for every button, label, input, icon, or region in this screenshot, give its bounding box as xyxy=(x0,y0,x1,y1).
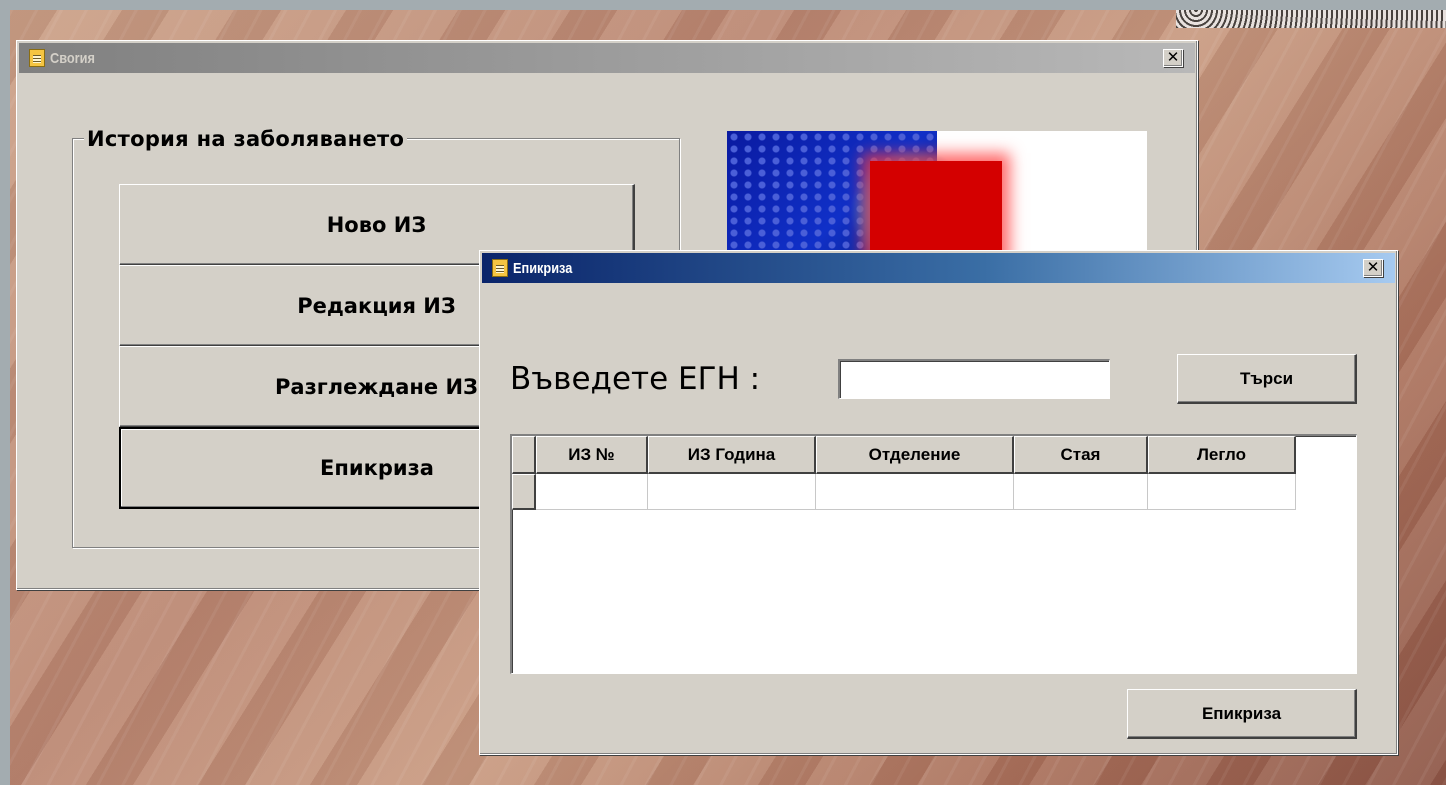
logo-red-square xyxy=(870,161,1002,251)
column-header-bed[interactable]: Легло xyxy=(1148,436,1296,474)
corner-ornament xyxy=(1176,10,1446,28)
table-cell[interactable] xyxy=(536,474,648,510)
main-window-titlebar[interactable]: Своrия ✕ xyxy=(19,43,1195,73)
main-window-title: Своrия xyxy=(50,49,95,67)
row-selector[interactable] xyxy=(512,474,536,510)
column-header-room[interactable]: Стая xyxy=(1014,436,1148,474)
dialog-titlebar[interactable]: Епикриза ✕ xyxy=(482,253,1395,283)
table-cell[interactable] xyxy=(648,474,816,510)
screen-left-border xyxy=(0,0,10,785)
dialog-close-button[interactable]: ✕ xyxy=(1363,259,1383,277)
table-cell[interactable] xyxy=(816,474,1014,510)
screen-top-border xyxy=(0,0,1446,10)
grid-corner-cell xyxy=(512,436,536,474)
egn-input[interactable] xyxy=(838,359,1110,399)
disease-history-group-label: История на заболяването xyxy=(84,127,408,151)
results-grid[interactable]: ИЗ № ИЗ Година Отделение Стая Легло xyxy=(510,434,1357,674)
main-window-close-button[interactable]: ✕ xyxy=(1163,49,1183,67)
column-header-history-year[interactable]: ИЗ Година xyxy=(648,436,816,474)
clipboard-icon xyxy=(29,49,45,67)
table-row[interactable] xyxy=(512,474,1296,510)
column-header-department[interactable]: Отделение xyxy=(816,436,1014,474)
table-cell[interactable] xyxy=(1148,474,1296,510)
grid-header: ИЗ № ИЗ Година Отделение Стая Легло xyxy=(512,436,1296,474)
table-cell[interactable] xyxy=(1014,474,1148,510)
epicrisis-button[interactable]: Епикриза xyxy=(1127,689,1357,739)
epicrisis-dialog: Епикриза ✕ Въведете ЕГН : Търси ИЗ № ИЗ … xyxy=(479,250,1398,755)
clipboard-icon xyxy=(492,259,508,277)
dialog-title: Епикриза xyxy=(513,259,573,277)
search-button[interactable]: Търси xyxy=(1177,354,1357,404)
app-logo xyxy=(727,131,1147,251)
egn-label: Въведете ЕГН : xyxy=(510,361,761,397)
column-header-history-number[interactable]: ИЗ № xyxy=(536,436,648,474)
